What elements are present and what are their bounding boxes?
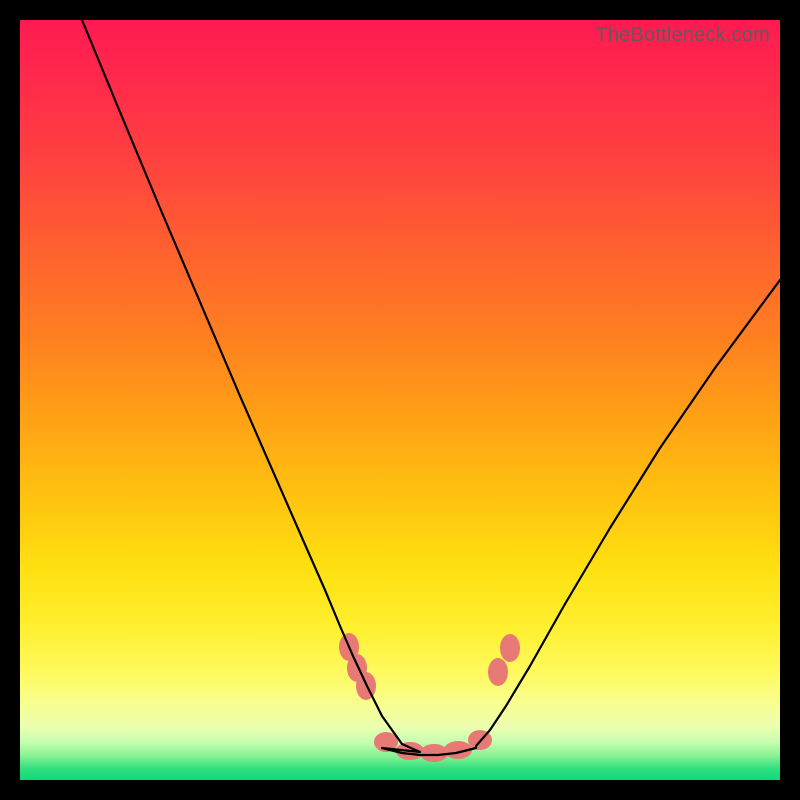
curve-marker	[488, 658, 508, 686]
curve-marker	[420, 744, 448, 762]
marker-group	[339, 633, 520, 762]
line-group	[82, 20, 780, 755]
curve-marker	[500, 634, 520, 662]
curve-layer	[20, 20, 780, 780]
plot-area: TheBottleneck.com	[20, 20, 780, 780]
bottleneck-curve	[82, 20, 780, 755]
outer-frame: TheBottleneck.com	[0, 0, 800, 800]
